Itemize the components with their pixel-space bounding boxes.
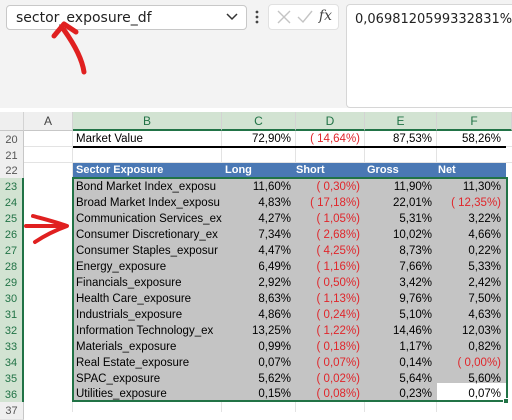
column-headers: A B C D E F [0,112,512,131]
fill-handle[interactable] [503,398,509,404]
table-header-gross[interactable]: Gross [367,163,427,178]
select-all-corner[interactable] [0,112,24,131]
formula-buttons: fx [268,4,339,30]
table-header-long[interactable]: Long [225,163,285,178]
table-header-short[interactable]: Short [296,163,356,178]
more-options-icon[interactable] [253,8,261,26]
formula-input[interactable]: 0,0698120599332831% [346,4,512,108]
formula-bar-area: sector_exposure_df fx 0,0698120599332831… [0,0,512,108]
table-header-sector[interactable]: Sector Exposure [76,163,216,178]
annotation-arrow-right [24,214,69,244]
column-header-e[interactable]: E [365,112,437,131]
table-header-net[interactable]: Net [438,163,498,178]
cancel-icon[interactable] [273,7,295,27]
enter-icon[interactable] [294,7,316,27]
column-header-d[interactable]: D [296,112,365,131]
formula-value[interactable]: 0,0698120599332831% [355,12,512,27]
column-header-a[interactable]: A [24,112,73,131]
insert-function-icon[interactable]: fx [319,8,332,24]
name-box[interactable]: sector_exposure_df [6,5,247,30]
name-box-value[interactable]: sector_exposure_df [16,10,152,26]
market-value-underline [73,146,506,148]
selection-border [72,177,508,402]
row-header[interactable]: 37 [0,402,24,420]
column-header-c[interactable]: C [222,112,296,131]
chevron-down-icon[interactable] [225,9,239,25]
column-header-f[interactable]: F [437,112,512,131]
column-header-b[interactable]: B [73,112,222,131]
